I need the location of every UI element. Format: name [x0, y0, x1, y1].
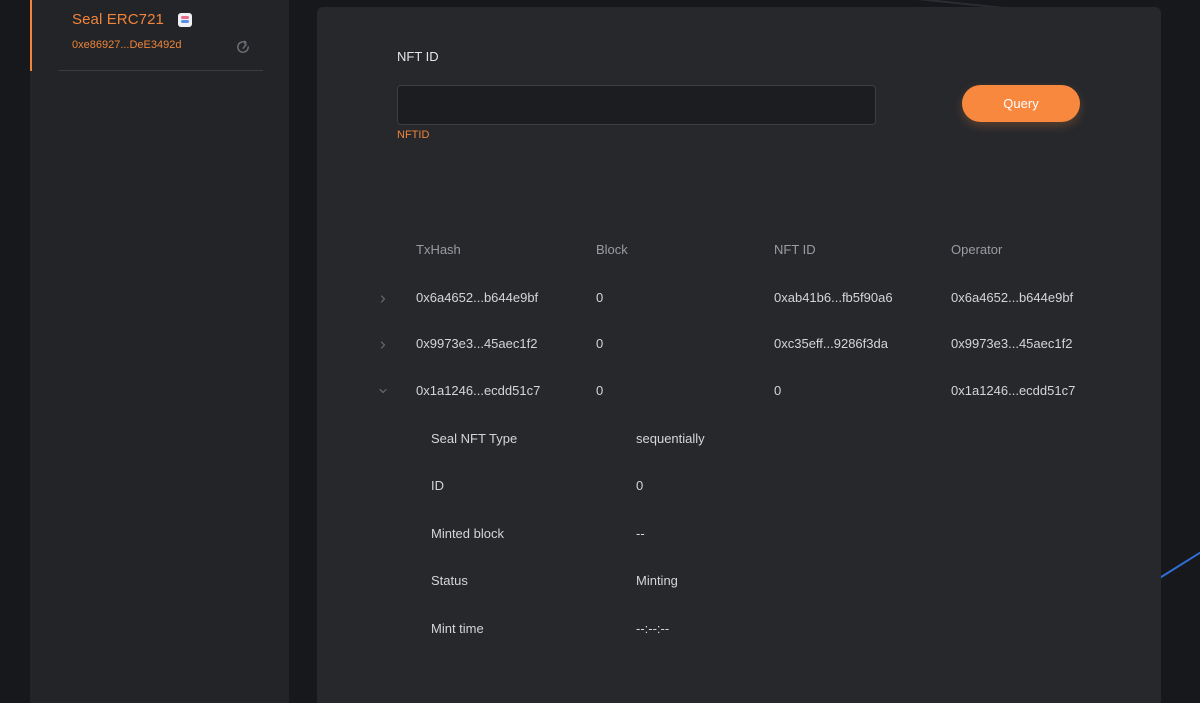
row-nft-id: 0xc35eff...9286f3da	[774, 336, 888, 351]
nft-id-input[interactable]	[397, 85, 876, 125]
detail-label-mint-time: Mint time	[431, 621, 484, 636]
contract-name: Seal ERC721	[72, 11, 164, 28]
background-accent-line	[1157, 541, 1200, 580]
app-window: Seal ERC721 0xe86927...DeE3492d NFT ID N…	[0, 0, 1200, 703]
sidebar-item-contract[interactable]: Seal ERC721 0xe86927...DeE3492d	[30, 0, 289, 71]
detail-label-minted-block: Minted block	[431, 526, 504, 541]
row-operator: 0x9973e3...45aec1f2	[951, 336, 1073, 351]
nft-id-validation-hint: NFTID	[397, 129, 430, 141]
nft-id-label: NFT ID	[397, 49, 439, 64]
column-header-block: Block	[596, 242, 628, 257]
row-txhash: 0x6a4652...b644e9bf	[416, 290, 539, 305]
detail-label-seal-nft-type: Seal NFT Type	[431, 431, 518, 446]
column-header-operator: Operator	[951, 242, 1003, 257]
chevron-right-icon[interactable]	[377, 293, 389, 305]
detail-value-mint-time: --:--:--	[636, 621, 670, 636]
contract-address: 0xe86927...DeE3492d	[72, 39, 182, 51]
refresh-icon[interactable]	[235, 39, 251, 55]
sidebar: Seal ERC721 0xe86927...DeE3492d	[30, 0, 289, 703]
row-txhash: 0x9973e3...45aec1f2	[416, 336, 538, 351]
detail-value-seal-nft-type: sequentially	[636, 431, 705, 446]
detail-value-status: Minting	[636, 573, 678, 588]
detail-label-id: ID	[431, 478, 444, 493]
detail-label-status: Status	[431, 573, 468, 588]
row-operator: 0x6a4652...b644e9bf	[951, 290, 1074, 305]
column-header-nft-id: NFT ID	[774, 242, 816, 257]
detail-value-id: 0	[636, 478, 644, 493]
sidebar-divider	[58, 70, 263, 71]
row-block: 0	[596, 336, 604, 351]
row-block: 0	[596, 383, 604, 398]
chevron-down-icon[interactable]	[377, 385, 389, 397]
row-nft-id: 0	[774, 383, 782, 398]
row-nft-id: 0xab41b6...fb5f90a6	[774, 290, 893, 305]
row-block: 0	[596, 290, 604, 305]
query-button[interactable]: Query	[962, 85, 1080, 122]
row-operator: 0x1a1246...ecdd51c7	[951, 383, 1076, 398]
row-txhash: 0x1a1246...ecdd51c7	[416, 383, 541, 398]
contract-badge-icon	[178, 13, 192, 27]
chevron-right-icon[interactable]	[377, 339, 389, 351]
query-panel: NFT ID NFTID Query TxHash Block NFT ID O…	[317, 7, 1161, 703]
detail-value-minted-block: --	[636, 526, 645, 541]
column-header-txhash: TxHash	[416, 242, 461, 257]
